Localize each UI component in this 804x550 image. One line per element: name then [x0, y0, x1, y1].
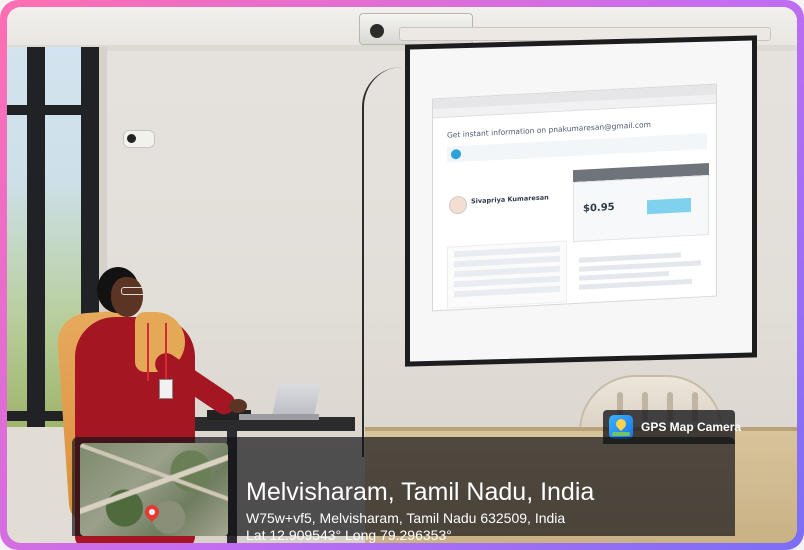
glasses [121, 287, 145, 295]
id-card [159, 379, 173, 399]
laptop-base [239, 414, 319, 420]
photo-frame: Get instant information on pnakumaresan@… [0, 0, 804, 550]
gps-map-camera-logo-icon [609, 415, 633, 439]
price: $0.95 [583, 201, 615, 215]
location-coordinates: Lat 12.909543° Long 79.296353° [246, 527, 452, 543]
check-icon [451, 148, 461, 160]
person-face [111, 277, 143, 317]
projected-slide: Get instant information on pnakumaresan@… [433, 84, 716, 311]
feature-list [579, 247, 707, 294]
map-thumbnail [80, 443, 228, 536]
security-camera [117, 125, 155, 151]
avatar [449, 195, 467, 215]
person-hand [229, 399, 247, 413]
location-address: W75w+vf5, Melvisharam, Tamil Nadu 632509… [246, 510, 566, 526]
trial-button [647, 197, 691, 215]
location-title: Melvisharam, Tamil Nadu, India [246, 478, 595, 506]
gps-brand-label: GPS Map Camera [641, 420, 742, 434]
results-list [447, 240, 567, 309]
profile-name: Sivapriya Kumaresan [471, 193, 549, 206]
window-frame [7, 105, 99, 115]
lanyard [147, 323, 167, 381]
window-frame [27, 47, 45, 427]
